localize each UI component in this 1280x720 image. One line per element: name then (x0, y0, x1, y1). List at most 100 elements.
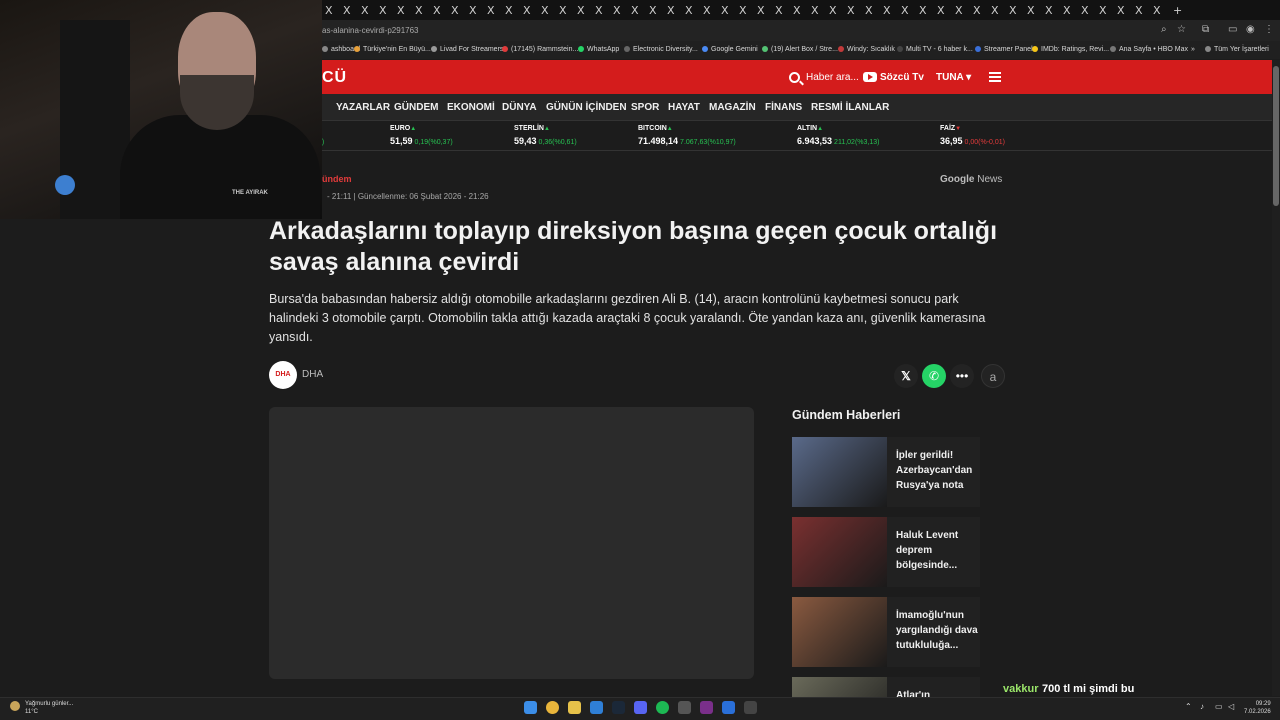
news-thumbnail[interactable] (792, 437, 887, 507)
tab-close-icon[interactable]: X (793, 4, 801, 17)
weather-icon[interactable] (10, 701, 20, 711)
tab-close-icon[interactable]: X (1027, 4, 1035, 17)
source-name[interactable]: DHA (302, 369, 323, 380)
search-input[interactable]: Haber ara... (806, 72, 859, 83)
nav-item[interactable]: GÜNÜN İÇİNDEN (546, 102, 627, 113)
search-icon[interactable] (789, 72, 800, 83)
tab-close-icon[interactable]: X (847, 4, 855, 17)
news-card[interactable]: İpler gerildi! Azerbaycan'dan Rusya'ya n… (792, 437, 980, 507)
user-menu[interactable]: TUNA ▾ (936, 72, 971, 83)
nav-item[interactable]: MAGAZİN (709, 102, 756, 113)
tab-close-icon[interactable]: X (577, 4, 585, 17)
nav-item[interactable]: SPOR (631, 102, 659, 113)
tab-close-icon[interactable]: X (937, 4, 945, 17)
tab-close-icon[interactable]: X (379, 4, 387, 17)
tab-close-icon[interactable]: X (955, 4, 963, 17)
tab-close-icon[interactable]: X (919, 4, 927, 17)
volume-icon[interactable]: ◁ (1228, 702, 1234, 711)
tab-close-icon[interactable]: X (325, 4, 333, 17)
tab-close-icon[interactable]: X (811, 4, 819, 17)
video-player[interactable] (269, 407, 754, 679)
bookmark-item[interactable]: Ana Sayfa • HBO Max (1110, 46, 1188, 53)
tab-close-icon[interactable]: X (343, 4, 351, 17)
tray-chevron-icon[interactable]: ⌃ (1185, 702, 1192, 711)
tab-close-icon[interactable]: X (1009, 4, 1017, 17)
article-category[interactable]: ündem (322, 174, 352, 184)
news-card[interactable]: İmamoğlu'nun yargılandığı dava tutuklulu… (792, 597, 980, 667)
ticker-value[interactable]: 36,95 0,00(%-0,01) (940, 136, 1005, 146)
bookmark-item[interactable]: IMDb: Ratings, Revi... (1032, 46, 1109, 53)
url-text[interactable]: as-alanina-cevirdi-p291763 (322, 26, 419, 35)
site-logo[interactable]: CÜ (322, 69, 347, 87)
tab-close-icon[interactable]: X (397, 4, 405, 17)
bookmark-item[interactable]: Google Gemini (702, 46, 758, 53)
tab-close-icon[interactable]: X (1081, 4, 1089, 17)
zoom-icon[interactable]: ⌕ (1161, 24, 1167, 35)
tab-close-icon[interactable]: X (757, 4, 765, 17)
tab-close-icon[interactable]: X (613, 4, 621, 17)
sozcu-tv-link[interactable]: Sözcü Tv (880, 72, 924, 83)
tab-close-icon[interactable]: X (505, 4, 513, 17)
bookmark-item[interactable]: Multi TV - 6 haber k... (897, 46, 973, 53)
tab-close-icon[interactable]: X (631, 4, 639, 17)
tab-close-icon[interactable]: X (487, 4, 495, 17)
ticker-value[interactable]: 51,59 0,19(%0,37) (390, 136, 453, 146)
share-x-icon[interactable]: 𝕏 (894, 364, 918, 388)
discord-icon[interactable] (634, 701, 647, 714)
app-icon[interactable] (590, 701, 603, 714)
new-tab-button[interactable]: + (1173, 4, 1182, 17)
ticker-name[interactable]: BITCOIN▲ (638, 125, 673, 132)
tab-close-icon[interactable]: X (775, 4, 783, 17)
tab-close-icon[interactable]: X (649, 4, 657, 17)
ticker-name[interactable]: STERLİN▲ (514, 125, 550, 132)
bookmark-item[interactable]: Windy: Sıcaklık (838, 46, 895, 53)
scrollbar-thumb[interactable] (1273, 66, 1279, 206)
spotify-icon[interactable] (656, 701, 669, 714)
star-icon[interactable]: ☆ (1177, 24, 1186, 35)
tab-close-icon[interactable]: X (667, 4, 675, 17)
news-card-title[interactable]: Haluk Levent deprem bölgesinde... (896, 528, 980, 573)
share-whatsapp-icon[interactable]: ✆ (922, 364, 946, 388)
tab-close-icon[interactable]: X (901, 4, 909, 17)
tab-close-icon[interactable]: X (523, 4, 531, 17)
youtube-icon[interactable] (863, 72, 877, 82)
network-icon[interactable]: ▭ (1215, 702, 1223, 711)
nav-item[interactable]: FİNANS (765, 102, 802, 113)
hamburger-menu-icon[interactable] (989, 72, 1001, 82)
calculator-icon[interactable] (678, 701, 691, 714)
tab-close-icon[interactable]: X (469, 4, 477, 17)
tab-close-icon[interactable]: X (1099, 4, 1107, 17)
bookmark-item[interactable]: Tüm Yer İşaretleri (1205, 46, 1269, 53)
bookmark-item[interactable]: WhatsApp (578, 46, 619, 53)
news-card-title[interactable]: İmamoğlu'nun yargılandığı dava tutuklulu… (896, 608, 980, 653)
bookmark-item[interactable]: (19) Alert Box / Stre... (762, 46, 838, 53)
tab-close-icon[interactable]: X (1135, 4, 1143, 17)
news-card[interactable]: Atlar'ın ölümünde... (792, 677, 980, 697)
bookmark-item[interactable]: Türkiye'nin En Büyü... (354, 46, 431, 53)
extensions-icon[interactable]: ⧉ (1202, 24, 1209, 35)
bookmark-item[interactable]: » (1191, 46, 1195, 53)
nav-item[interactable]: YAZARLAR (336, 102, 390, 113)
chrome-taskbar-icon[interactable] (546, 701, 559, 714)
news-card[interactable]: Haluk Levent deprem bölgesinde... (792, 517, 980, 587)
tab-close-icon[interactable]: X (973, 4, 981, 17)
tab-close-icon[interactable]: X (721, 4, 729, 17)
bookmark-item[interactable]: Electronic Diversity... (624, 46, 698, 53)
tab-close-icon[interactable]: X (829, 4, 837, 17)
font-size-button[interactable]: a (981, 364, 1005, 388)
tab-close-icon[interactable]: X (703, 4, 711, 17)
app-icon[interactable] (722, 701, 735, 714)
sidepanel-icon[interactable]: ▭ (1228, 24, 1237, 35)
tab-close-icon[interactable]: X (883, 4, 891, 17)
google-news-link[interactable]: Google News (940, 174, 1002, 185)
nav-item[interactable]: EKONOMİ (447, 102, 495, 113)
nav-item[interactable]: GÜNDEM (394, 102, 438, 113)
ticker-value[interactable]: 71.498,14 7.067,63(%10,97) (638, 136, 736, 146)
tab-close-icon[interactable]: X (433, 4, 441, 17)
news-thumbnail[interactable] (792, 677, 887, 697)
tab-close-icon[interactable]: X (1117, 4, 1125, 17)
bookmark-item[interactable]: Streamer Panel (975, 46, 1033, 53)
app-icon[interactable] (700, 701, 713, 714)
nav-item[interactable]: DÜNYA (502, 102, 537, 113)
tab-close-icon[interactable]: X (865, 4, 873, 17)
